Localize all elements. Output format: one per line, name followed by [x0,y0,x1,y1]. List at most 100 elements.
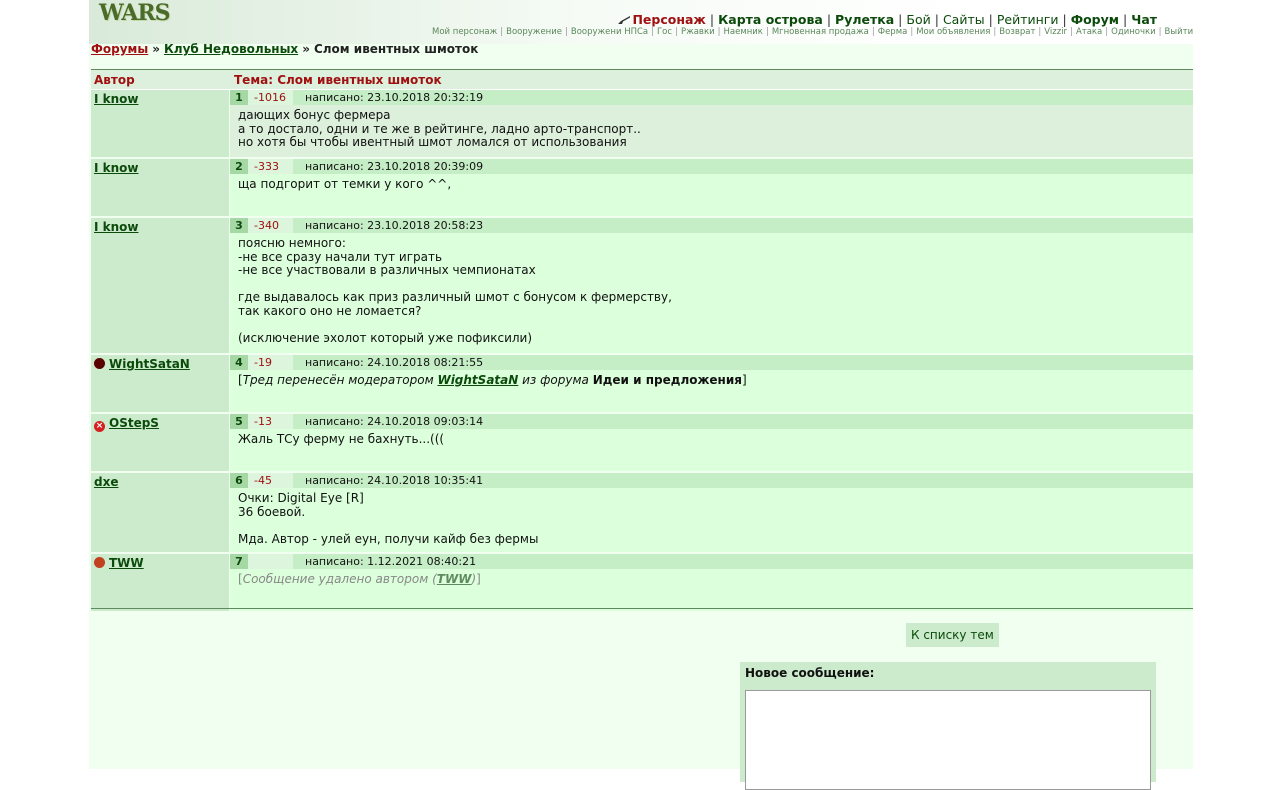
post-date: написано: 1.12.2021 08:40:21 [305,555,477,568]
rifle-icon [618,16,631,24]
deleted-author-link[interactable]: TWW [437,572,472,586]
post-number[interactable]: 7 [230,554,248,569]
post-meta: 1 -1016 написано: 23.10.2018 20:32:19 [230,90,1193,105]
post-author-link[interactable]: I know [94,220,139,234]
subnav-link[interactable]: Мой персонаж [432,27,497,37]
post-author-link[interactable]: WightSataN [109,357,190,371]
post-body: 3 -340 написано: 23.10.2018 20:58:23 поясню… [230,218,1193,353]
wars-logo[interactable]: WARS [99,0,171,26]
new-message-textarea[interactable] [745,690,1151,790]
post-date: написано: 24.10.2018 10:35:41 [305,474,484,487]
nav-separator: | [709,12,715,27]
nav-link[interactable]: Персонаж [632,12,705,27]
post-row: I know 3 -340 написано: 23.10.2018 20:58:23… [91,218,1193,355]
nav-link[interactable]: Чат [1131,12,1157,27]
nav-link[interactable]: Форум [1071,12,1119,27]
forum-page: WARS Персонаж | Карта острова | Рулетка | Бой |… [89,0,1193,790]
post-row: dxe 6 -45 написано: 24.10.2018 10:35:41 Очки… [91,473,1193,554]
post-row: WightSataN 4 -19 написано: 24.10.2018 08:21… [91,355,1193,414]
new-message-label: Новое сообщение: [745,666,875,680]
breadcrumb-forums-link[interactable]: Форумы [91,42,148,56]
subnav-link[interactable]: Вооружение [506,27,562,37]
deleted-notice: Сообщение удалено автором (TWW) [243,572,476,586]
post-rating: -333 [248,159,293,174]
subnav-link[interactable]: Выйти из [1165,27,1193,37]
subnav-separator: | [651,27,654,37]
post-author-link[interactable]: I know [94,161,139,175]
post-number[interactable]: 1 [230,90,248,105]
post-text: Очки: Digital Eye [R] 36 боевой. Мда. Ав… [238,491,539,546]
post-date: написано: 23.10.2018 20:39:09 [305,160,484,173]
post-rating: -19 [248,355,293,370]
post-date: написано: 23.10.2018 20:32:19 [305,91,484,104]
post-meta: 5 -13 написано: 24.10.2018 09:03:14 [230,414,1193,429]
nav-separator: | [898,12,903,27]
post-author-link[interactable]: TWW [109,556,144,570]
post-author-cell: × OStepS [91,414,230,471]
subnav-link[interactable]: Наемник [723,27,762,37]
nav-link[interactable]: Рейтинги [997,12,1059,27]
breadcrumb-separator: » [302,42,310,56]
post-rating [248,554,293,569]
post-body: 6 -45 написано: 24.10.2018 10:35:41 Очки: D… [230,473,1193,552]
sub-nav: Мой персонаж | Вооружение | Вооружени НПСа | Г… [432,27,1193,37]
nav-separator: | [826,12,832,27]
subnav-link[interactable]: Вооружени НПСа [571,27,648,37]
nav-link[interactable]: Сайты [943,12,985,27]
post-meta: 6 -45 написано: 24.10.2018 10:35:41 [230,473,1193,488]
subnav-separator: | [1070,27,1073,37]
subnav-link[interactable]: Возврат [999,27,1035,37]
post-date: написано: 23.10.2018 20:58:23 [305,219,484,232]
nav-link[interactable]: Бой [906,12,930,27]
moderator-link[interactable]: WightSataN [437,373,518,387]
subnav-separator: | [675,27,678,37]
post-body: 5 -13 написано: 24.10.2018 09:03:14 Жаль ТС… [230,414,1193,471]
subnav-link[interactable]: Мои объявления [916,27,990,37]
post-row: × OStepS 5 -13 написано: 24.10.2018 09:03:14… [91,414,1193,473]
post-author-cell: WightSataN [91,355,230,412]
post-author-link[interactable]: dxe [94,475,118,489]
post-number[interactable]: 3 [230,218,248,233]
back-to-topics-button[interactable]: К списку тем [906,623,999,647]
post-author-cell: I know [91,159,230,216]
nav-link[interactable]: Карта острова [718,12,823,27]
post-number[interactable]: 4 [230,355,248,370]
bracket: ] [741,373,747,387]
subnav-link[interactable]: Атака [1076,27,1102,37]
post-text: [Тред перенесён модератором WightSataN и… [230,370,1193,394]
deleted-text: Сообщение удалено автором [242,572,429,586]
nav-link[interactable]: Рулетка [835,12,894,27]
post-author-link[interactable]: I know [94,92,139,106]
subnav-link[interactable]: Мгновенная продажа [772,27,869,37]
subnav-link[interactable]: Vizzir [1044,27,1067,37]
subnav-separator: | [1105,27,1109,37]
moved-text: Тред перенесён модератором [242,373,434,387]
post-body: 1 -1016 написано: 23.10.2018 20:32:19 дающи… [230,90,1193,157]
source-forum-name: Идеи и предложения [592,373,742,387]
post-body: 7 написано: 1.12.2021 08:40:21 [Сообщение … [230,554,1193,611]
nav-separator: | [988,12,993,27]
subnav-link[interactable]: Ферма [878,27,908,37]
post-text: дающих бонус фермера а то достало, одни … [238,108,641,149]
post-date: написано: 24.10.2018 08:21:55 [305,356,484,369]
post-number[interactable]: 5 [230,414,248,429]
site-header: WARS Персонаж | Карта острова | Рулетка | Бой |… [89,0,1193,44]
moved-text: из форума [522,373,589,387]
breadcrumb-club-link[interactable]: Клуб Недовольных [164,42,298,56]
main-nav: Персонаж | Карта острова | Рулетка | Бой | Сайты… [617,12,1157,27]
dark-badge-icon [94,358,105,369]
subnav-link[interactable]: Одиночки [1111,27,1156,37]
subnav-link[interactable]: Ржавки [681,27,715,37]
table-bottom-border [91,608,1193,609]
author-column-header: Автор [94,72,135,87]
post-rating: -340 [248,218,293,233]
post-row: I know 2 -333 написано: 23.10.2018 20:39:09… [91,159,1193,218]
subnav-separator: | [871,27,875,37]
post-number[interactable]: 2 [230,159,248,174]
post-date: написано: 24.10.2018 09:03:14 [305,415,484,428]
post-author-link[interactable]: OStepS [109,416,159,430]
post-number[interactable]: 6 [230,473,248,488]
breadcrumb-separator: » [152,42,160,56]
subnav-link[interactable]: Гос [657,27,672,37]
post-meta: 3 -340 написано: 23.10.2018 20:58:23 [230,218,1193,233]
